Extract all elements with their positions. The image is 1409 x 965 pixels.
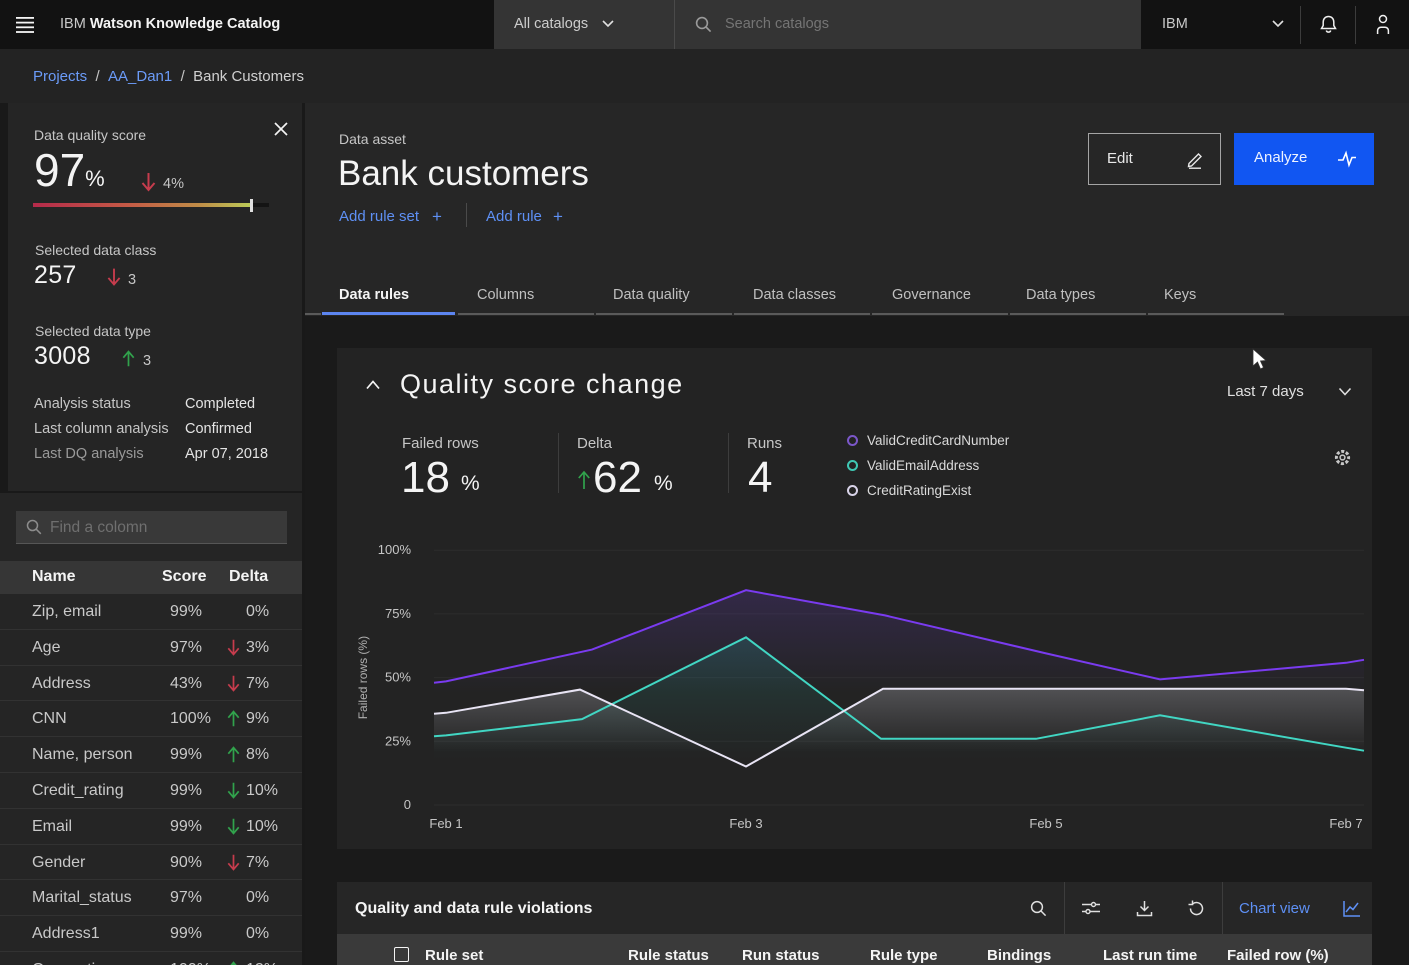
svg-text:Feb 1: Feb 1 (429, 816, 462, 831)
svg-text:100%: 100% (378, 542, 412, 557)
svg-text:75%: 75% (385, 606, 411, 621)
svg-text:Failed rows (%): Failed rows (%) (356, 636, 370, 719)
svg-text:50%: 50% (385, 670, 411, 685)
svg-text:Feb 3: Feb 3 (729, 816, 762, 831)
svg-text:0: 0 (404, 797, 411, 812)
svg-text:25%: 25% (385, 733, 411, 748)
svg-text:Feb 7: Feb 7 (1329, 816, 1362, 831)
svg-text:Feb 5: Feb 5 (1029, 816, 1062, 831)
